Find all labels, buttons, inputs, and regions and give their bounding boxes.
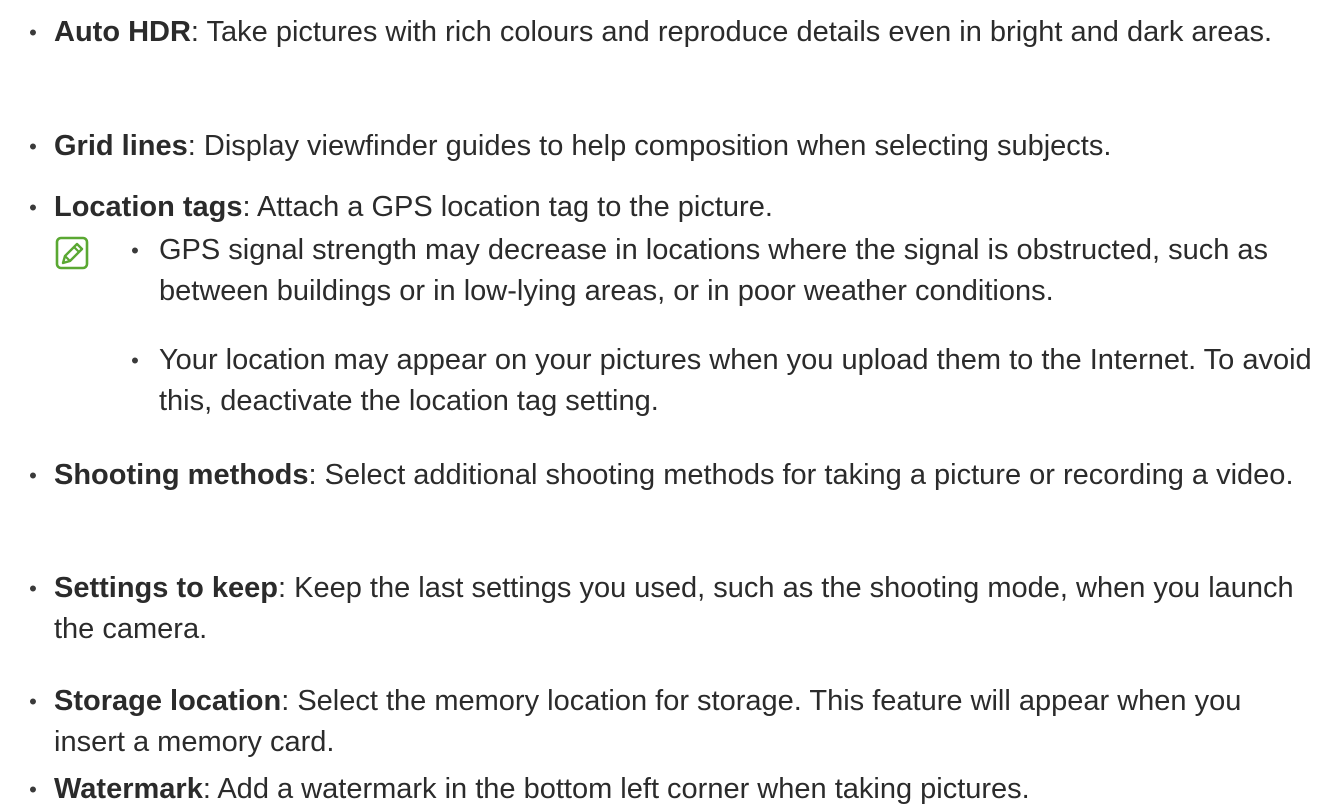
term-description: : Display viewfinder guides to help comp… <box>187 130 1112 162</box>
term-description: : Add a watermark in the bottom left cor… <box>202 773 1030 805</box>
bullet-icon: • <box>29 134 37 159</box>
note-text: Your location may appear on your picture… <box>159 344 1312 417</box>
term-label: Watermark <box>54 773 203 805</box>
term-label: Storage location <box>54 685 282 717</box>
bullet-icon: • <box>29 576 37 601</box>
bullet-icon: • <box>131 348 139 373</box>
list-item-text: Watermark: Add a watermark in the bottom… <box>54 769 1316 810</box>
bullet-icon: • <box>29 195 37 220</box>
term-label: Auto HDR <box>54 16 191 48</box>
list-item-text: Storage location: Select the memory loca… <box>54 681 1316 763</box>
term-description: : Select additional shooting methods for… <box>308 459 1294 491</box>
term-label: Shooting methods <box>54 459 309 491</box>
term-label: Grid lines <box>54 130 188 162</box>
term-label: Settings to keep <box>54 572 278 604</box>
bullet-icon: • <box>131 238 139 263</box>
bullet-icon: • <box>29 689 37 714</box>
term-description: : Take pictures with rich colours and re… <box>190 16 1273 48</box>
list-item-text: Settings to keep: Keep the last settings… <box>54 568 1316 650</box>
bullet-icon: • <box>29 20 37 45</box>
list-item-text: Shooting methods: Select additional shoo… <box>54 455 1316 496</box>
term-label: Location tags <box>54 191 243 223</box>
term-description: : Attach a GPS location tag to the pictu… <box>242 191 773 223</box>
list-item-text: Grid lines: Display viewfinder guides to… <box>54 126 1316 167</box>
note-text: GPS signal strength may decrease in loca… <box>159 234 1269 307</box>
list-item-text: Location tags: Attach a GPS location tag… <box>54 187 1316 228</box>
bullet-icon: • <box>29 777 37 802</box>
list-item-text: Auto HDR: Take pictures with rich colour… <box>54 12 1316 53</box>
note-pencil-icon <box>55 236 89 270</box>
bullet-icon: • <box>29 463 37 488</box>
